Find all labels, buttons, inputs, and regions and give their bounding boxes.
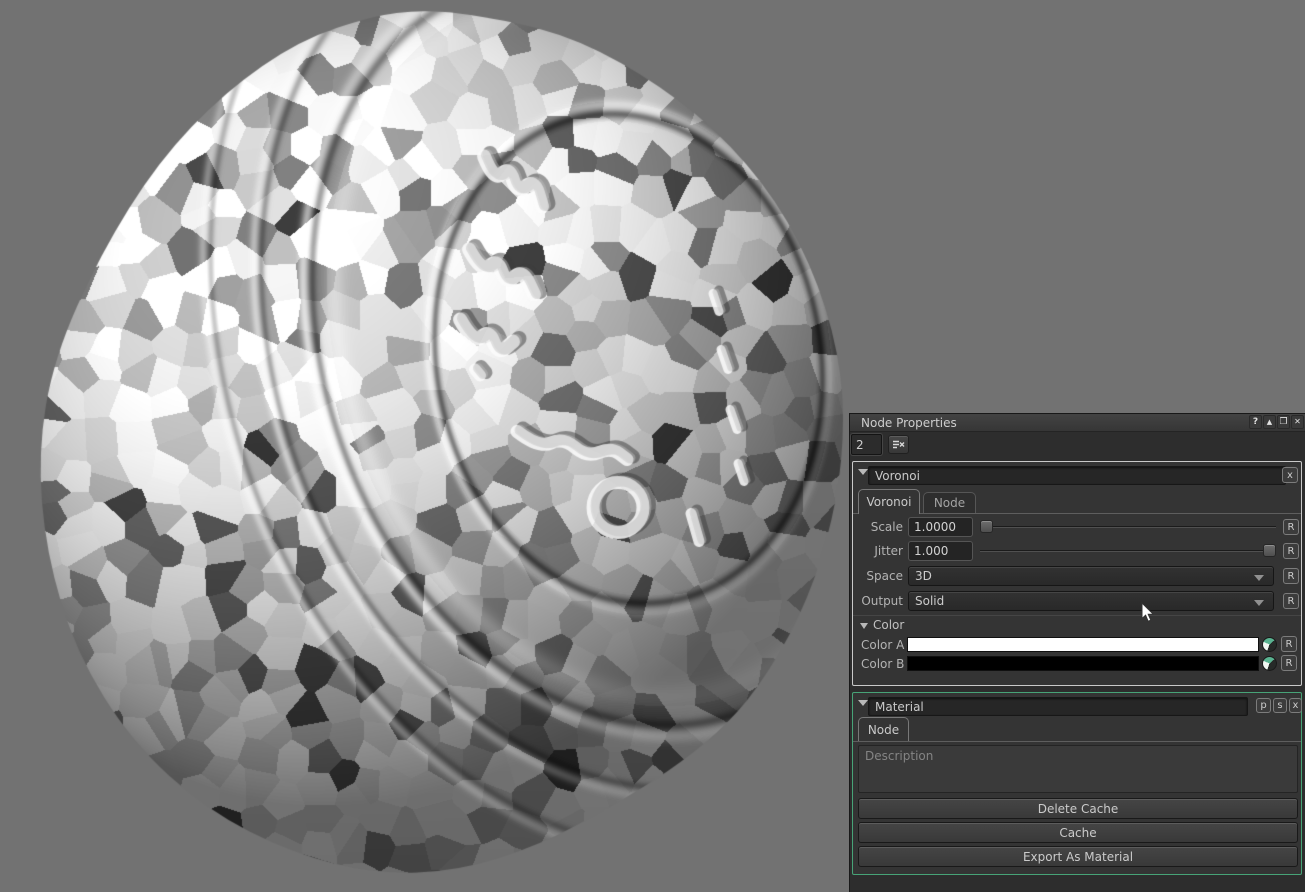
pin-icon[interactable]: ▲ bbox=[1263, 415, 1276, 429]
cache-button[interactable]: Cache bbox=[858, 822, 1298, 843]
jitter-label: Jitter bbox=[853, 544, 903, 558]
jitter-input[interactable] bbox=[908, 541, 973, 561]
voronoi-name-field[interactable]: Voronoi bbox=[868, 466, 1286, 485]
collapse-triangle-icon[interactable] bbox=[858, 469, 868, 475]
panel-toolbar bbox=[850, 433, 1305, 461]
edit-list-button[interactable] bbox=[888, 435, 909, 454]
color-a-swatch[interactable] bbox=[907, 637, 1259, 652]
scale-slider[interactable] bbox=[980, 517, 1276, 537]
color-picker-ball-icon[interactable] bbox=[1262, 656, 1277, 671]
color-b-label: Color B bbox=[861, 657, 904, 671]
output-dropdown[interactable]: Solid bbox=[908, 591, 1274, 611]
output-value: Solid bbox=[915, 594, 944, 608]
edit-list-icon bbox=[892, 439, 905, 450]
close-icon[interactable]: ✕ bbox=[1291, 415, 1304, 429]
color-b-reset-button[interactable]: R bbox=[1281, 655, 1297, 671]
panel-title: Node Properties bbox=[861, 416, 957, 430]
output-label: Output bbox=[853, 594, 903, 608]
slider-handle[interactable] bbox=[980, 520, 993, 533]
voronoi-node-group: Voronoi x Voronoi Node Scale R Jitter bbox=[852, 461, 1302, 686]
section-divider bbox=[853, 615, 1301, 616]
scale-label: Scale bbox=[853, 520, 903, 534]
node-properties-panel: Node Properties ? ▲ ❐ ✕ Voronoi x bbox=[849, 413, 1305, 892]
space-label: Space bbox=[853, 569, 903, 583]
selection-count-input[interactable] bbox=[851, 434, 882, 455]
titlebar-icons: ? ▲ ❐ ✕ bbox=[1249, 415, 1304, 429]
export-as-material-button[interactable]: Export As Material bbox=[858, 846, 1298, 867]
output-reset-button[interactable]: R bbox=[1283, 593, 1299, 609]
3d-viewport[interactable] bbox=[0, 0, 850, 892]
tab-material-node[interactable]: Node bbox=[858, 717, 909, 741]
application-window: Node Properties ? ▲ ❐ ✕ Voronoi x bbox=[0, 0, 1305, 892]
color-b-swatch[interactable] bbox=[907, 656, 1259, 671]
color-section-label: Color bbox=[873, 618, 904, 632]
panel-titlebar[interactable]: Node Properties ? ▲ ❐ ✕ bbox=[850, 414, 1305, 432]
slider-handle[interactable] bbox=[1263, 544, 1276, 557]
material-node-group: Material p s x Node Delete Cache Cache E… bbox=[852, 692, 1302, 875]
color-a-label: Color A bbox=[861, 638, 904, 652]
material-name-field[interactable]: Material bbox=[868, 697, 1248, 716]
delete-cache-button[interactable]: Delete Cache bbox=[858, 798, 1298, 819]
jitter-slider[interactable] bbox=[980, 541, 1276, 561]
slider-track bbox=[980, 550, 1276, 552]
space-reset-button[interactable]: R bbox=[1283, 568, 1299, 584]
material-x-button[interactable]: x bbox=[1289, 698, 1302, 713]
jitter-reset-button[interactable]: R bbox=[1283, 543, 1299, 559]
slider-track bbox=[980, 526, 1276, 528]
restore-icon[interactable]: ❐ bbox=[1277, 415, 1290, 429]
tab-voronoi[interactable]: Voronoi bbox=[858, 489, 920, 514]
remove-node-button[interactable]: x bbox=[1282, 467, 1298, 483]
collapse-triangle-icon[interactable] bbox=[860, 623, 868, 629]
material-s-button[interactable]: s bbox=[1273, 698, 1287, 713]
description-textarea[interactable] bbox=[858, 745, 1298, 793]
space-dropdown[interactable]: 3D bbox=[908, 566, 1274, 586]
tab-node[interactable]: Node bbox=[923, 492, 976, 514]
chevron-down-icon bbox=[1254, 575, 1264, 581]
color-a-reset-button[interactable]: R bbox=[1281, 636, 1297, 652]
scale-input[interactable] bbox=[908, 517, 973, 537]
collapse-triangle-icon[interactable] bbox=[858, 700, 868, 706]
space-value: 3D bbox=[915, 569, 932, 583]
scale-reset-button[interactable]: R bbox=[1283, 519, 1299, 535]
chevron-down-icon bbox=[1254, 600, 1264, 606]
help-icon[interactable]: ? bbox=[1249, 415, 1262, 429]
color-picker-ball-icon[interactable] bbox=[1262, 637, 1277, 652]
material-p-button[interactable]: p bbox=[1256, 698, 1271, 713]
